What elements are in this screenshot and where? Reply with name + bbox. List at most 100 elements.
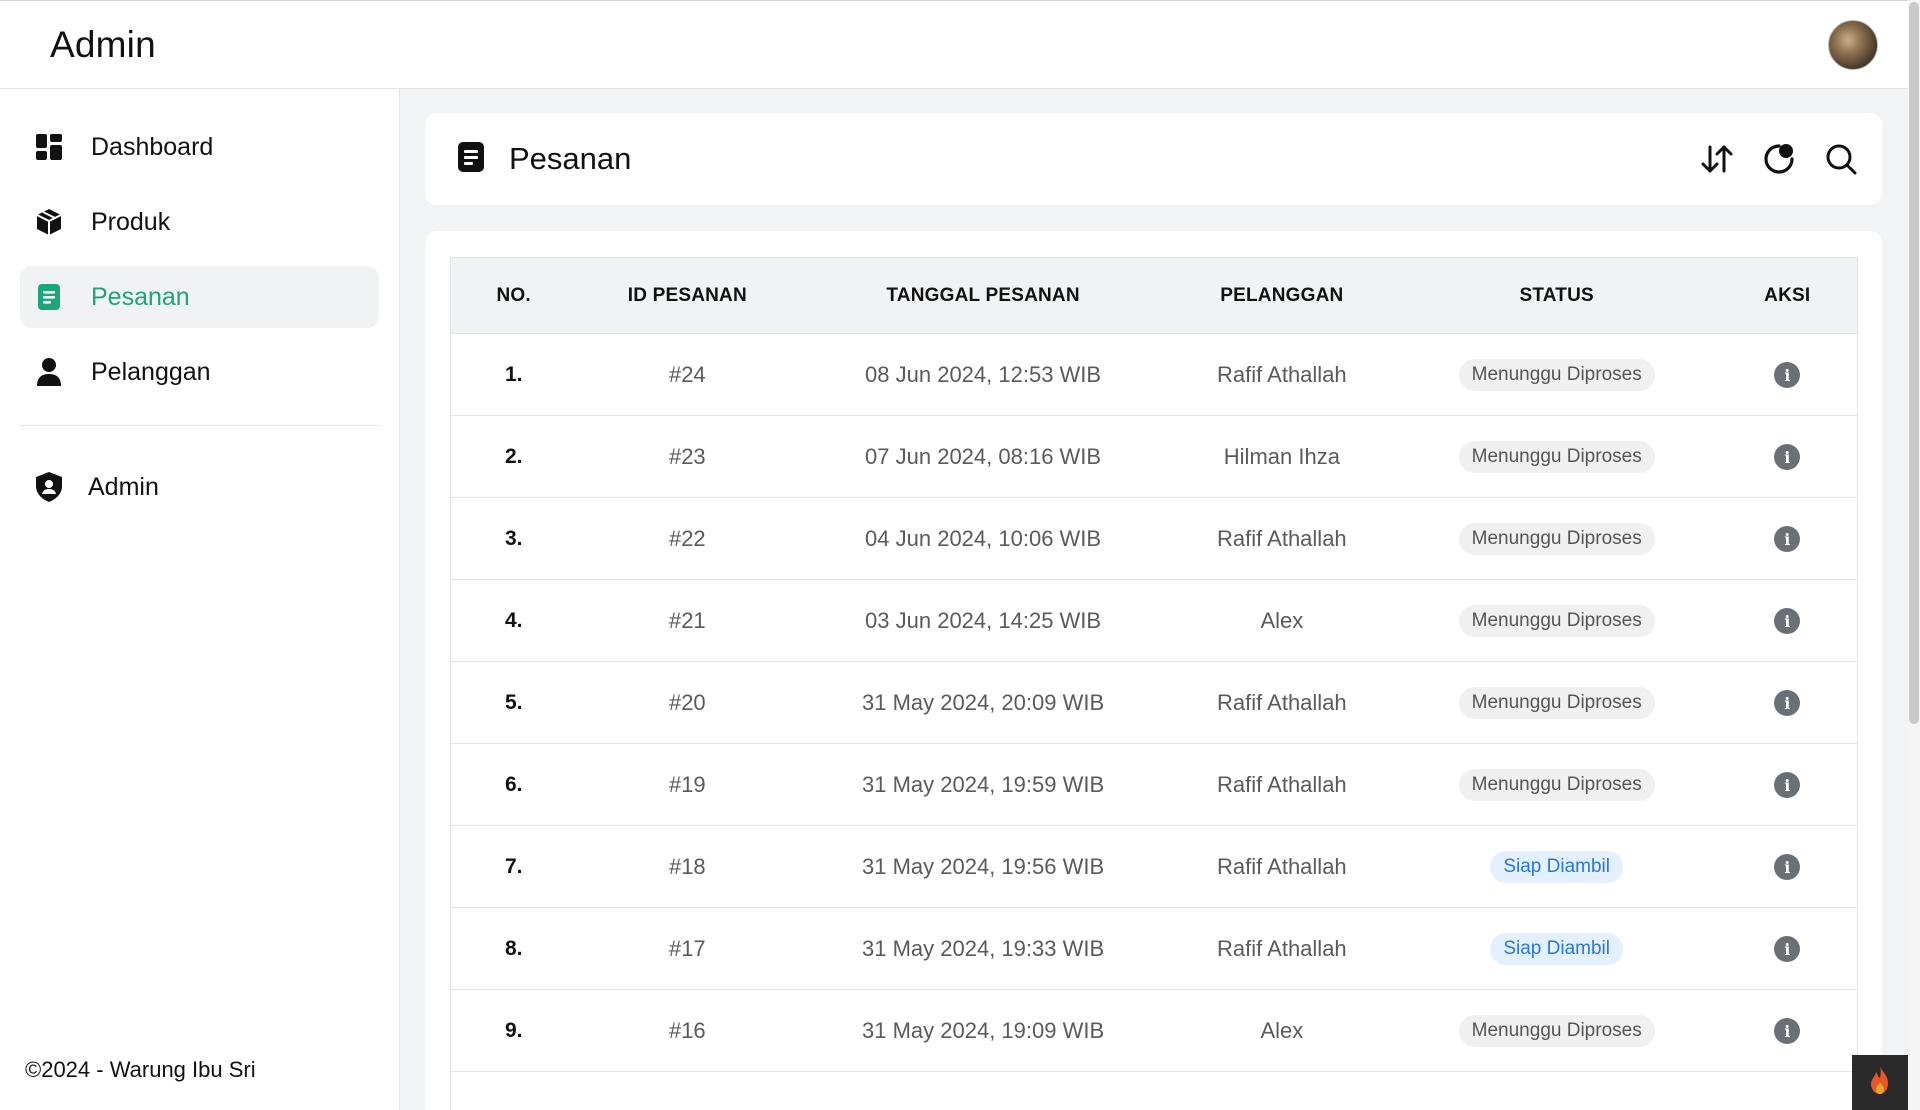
- table-row: 8. #17 31 May 2024, 19:33 WIB Rafif Atha…: [450, 907, 1858, 990]
- column-header-date: TANGGAL PESANAN: [886, 284, 1080, 306]
- user-icon: [34, 357, 64, 387]
- document-icon: [34, 282, 64, 312]
- table-row: 3. #22 04 Jun 2024, 10:06 WIB Rafif Atha…: [450, 497, 1858, 580]
- table-row: [450, 1071, 1858, 1110]
- avatar[interactable]: [1828, 19, 1878, 70]
- customer-name: Alex: [1260, 1017, 1304, 1043]
- order-date: 31 May 2024, 19:59 WIB: [862, 771, 1105, 797]
- customer-name: Rafif Athallah: [1217, 935, 1347, 961]
- row-number: 4.: [504, 608, 523, 632]
- action-cell: [1718, 1072, 1858, 1110]
- sidebar-item-label: Produk: [91, 207, 171, 236]
- customer-name: Rafif Athallah: [1217, 361, 1347, 387]
- row-number: 6.: [504, 772, 523, 796]
- status-badge: Menunggu Diproses: [1458, 686, 1655, 719]
- order-id: #21: [668, 607, 706, 633]
- order-date: 31 May 2024, 19:09 WIB: [862, 1017, 1105, 1043]
- order-id: [576, 1072, 798, 1110]
- order-date: 31 May 2024, 19:33 WIB: [862, 935, 1105, 961]
- sidebar-item-admin[interactable]: Admin: [20, 456, 379, 518]
- status-badge: Menunggu Diproses: [1458, 440, 1655, 473]
- info-icon[interactable]: i: [1774, 690, 1801, 717]
- order-id: #20: [668, 689, 706, 715]
- scrollbar-thumb[interactable]: [1909, 2, 1919, 724]
- status-badge: Menunggu Diproses: [1458, 358, 1655, 391]
- order-date: 07 Jun 2024, 08:16 WIB: [865, 443, 1102, 469]
- customer-name: Rafif Athallah: [1217, 689, 1347, 715]
- order-id: #19: [668, 771, 706, 797]
- row-number: 7.: [504, 854, 523, 878]
- info-icon[interactable]: i: [1774, 854, 1801, 881]
- refresh-icon[interactable]: [1762, 142, 1796, 176]
- sidebar-item-label: Admin: [88, 472, 159, 501]
- page-scrollbar[interactable]: [1908, 0, 1920, 1110]
- page-header: Pesanan: [425, 113, 1882, 205]
- customer-name: Rafif Athallah: [1217, 853, 1347, 879]
- sidebar-item-dashboard[interactable]: Dashboard: [20, 116, 379, 178]
- row-number: 5.: [504, 690, 523, 714]
- customer-name: Alex: [1260, 607, 1304, 633]
- customer-name: Hilman Ihza: [1223, 443, 1340, 469]
- top-bar: Admin: [0, 0, 1908, 89]
- order-id: #17: [668, 935, 706, 961]
- sidebar-item-label: Pelanggan: [91, 357, 211, 386]
- order-id: #24: [668, 361, 706, 387]
- table-row: 1. #24 08 Jun 2024, 12:53 WIB Rafif Atha…: [450, 333, 1858, 416]
- main-content: Pesanan NO. ID PESANAN TANGGAL PESANAN P…: [401, 89, 1908, 1110]
- orders-table-card: NO. ID PESANAN TANGGAL PESANAN PELANGGAN…: [425, 231, 1882, 1110]
- page-title: Pesanan: [509, 141, 632, 176]
- row-number: 1.: [504, 362, 523, 386]
- sidebar-item-pelanggan[interactable]: Pelanggan: [20, 341, 379, 403]
- search-icon[interactable]: [1824, 142, 1858, 176]
- order-date: 03 Jun 2024, 14:25 WIB: [865, 607, 1102, 633]
- dashboard-icon: [34, 132, 64, 162]
- order-date: 31 May 2024, 20:09 WIB: [862, 689, 1105, 715]
- column-header-id: ID PESANAN: [627, 284, 747, 306]
- order-id: #18: [668, 853, 706, 879]
- column-header-customer: PELANGGAN: [1220, 284, 1344, 306]
- document-icon: [457, 141, 485, 178]
- order-id: #16: [668, 1017, 706, 1043]
- status-badge: Menunggu Diproses: [1458, 1014, 1655, 1047]
- status-cell: [1396, 1072, 1718, 1110]
- table-row: 9. #16 31 May 2024, 19:09 WIB Alex Menun…: [450, 989, 1858, 1072]
- box-icon: [34, 207, 64, 237]
- status-badge: Menunggu Diproses: [1458, 604, 1655, 637]
- info-icon[interactable]: i: [1774, 526, 1801, 553]
- row-number: 2.: [504, 444, 523, 468]
- row-number: [451, 1072, 577, 1110]
- status-badge: Menunggu Diproses: [1458, 522, 1655, 555]
- customer-name: Rafif Athallah: [1217, 771, 1347, 797]
- row-number: 3.: [504, 526, 523, 550]
- sidebar-item-produk[interactable]: Produk: [20, 191, 379, 253]
- sort-icon[interactable]: [1700, 142, 1734, 176]
- flame-icon: [1868, 1065, 1892, 1100]
- sidebar-item-pesanan[interactable]: Pesanan: [20, 266, 379, 328]
- column-header-status: STATUS: [1519, 284, 1594, 306]
- customer-name: [1168, 1072, 1396, 1110]
- info-icon[interactable]: i: [1774, 936, 1801, 963]
- table-row: 2. #23 07 Jun 2024, 08:16 WIB Hilman Ihz…: [450, 415, 1858, 498]
- footer-copyright: ©2024 - Warung Ibu Sri: [25, 1057, 256, 1082]
- flame-widget-button[interactable]: [1852, 1055, 1908, 1110]
- customer-name: Rafif Athallah: [1217, 525, 1347, 551]
- sidebar-divider: [20, 425, 379, 426]
- status-badge: Siap Diambil: [1490, 932, 1623, 965]
- table-row: 6. #19 31 May 2024, 19:59 WIB Rafif Atha…: [450, 743, 1858, 826]
- row-number: 9.: [504, 1018, 523, 1042]
- shield-icon: [34, 472, 64, 502]
- table-row: 5. #20 31 May 2024, 20:09 WIB Rafif Atha…: [450, 661, 1858, 744]
- info-icon[interactable]: i: [1774, 608, 1801, 635]
- sidebar-item-label: Dashboard: [91, 132, 214, 161]
- info-icon[interactable]: i: [1774, 772, 1801, 799]
- order-date: 31 May 2024, 19:56 WIB: [862, 853, 1105, 879]
- order-date: [798, 1072, 1168, 1110]
- table-header-row: NO. ID PESANAN TANGGAL PESANAN PELANGGAN…: [450, 257, 1858, 334]
- info-icon[interactable]: i: [1774, 444, 1801, 471]
- info-icon[interactable]: i: [1774, 1018, 1801, 1045]
- orders-table: NO. ID PESANAN TANGGAL PESANAN PELANGGAN…: [450, 257, 1858, 1110]
- info-icon[interactable]: i: [1774, 362, 1801, 389]
- brand-title: Admin: [50, 23, 156, 65]
- order-date: 04 Jun 2024, 10:06 WIB: [865, 525, 1102, 551]
- status-badge: Menunggu Diproses: [1458, 768, 1655, 801]
